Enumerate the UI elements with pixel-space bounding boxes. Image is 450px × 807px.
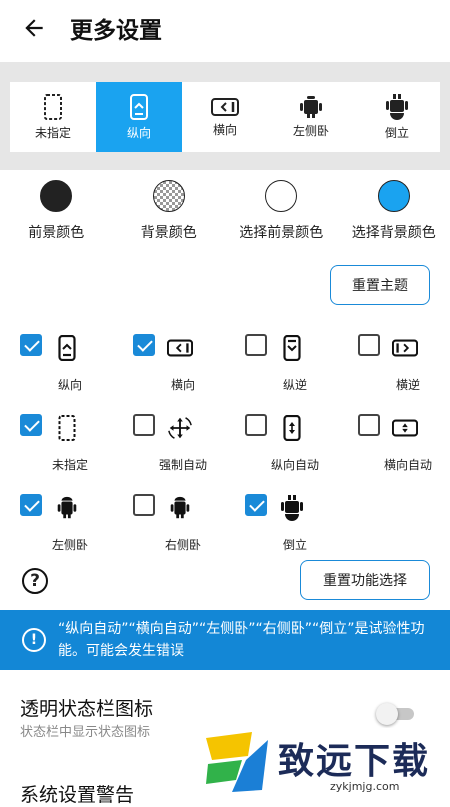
watermark-logo	[202, 730, 272, 796]
color-label: 背景颜色	[141, 222, 197, 242]
function-item-portrait[interactable]: 纵向	[20, 334, 130, 404]
toggle-thumb	[376, 703, 398, 725]
function-label: 横向	[133, 376, 233, 393]
function-label: 纵向	[20, 376, 120, 393]
orientation-landscape[interactable]: 横向	[182, 82, 268, 152]
arrow-left-icon	[21, 15, 47, 41]
function-checkbox[interactable]	[245, 494, 267, 516]
android-right-icon	[167, 494, 193, 522]
color-swatch[interactable]	[153, 180, 185, 212]
android-upside-down-icon	[385, 94, 409, 120]
notice-text: “纵向自动”“横向自动”“左侧卧”“右侧卧”“倒立”是试验性功能。可能会发生错误	[58, 618, 450, 662]
orientation-upside-down[interactable]: 倒立	[354, 82, 440, 152]
orientation-label: 左侧卧	[293, 122, 329, 139]
function-item-unspecified[interactable]: 未指定	[20, 414, 130, 484]
landscape-icon	[211, 97, 239, 117]
system-settings-warning-title[interactable]: 系统设置警告	[20, 780, 134, 807]
function-item-portrait-auto[interactable]: 纵向自动	[245, 414, 355, 484]
orientation-left[interactable]: 左侧卧	[268, 82, 354, 152]
setting-subtitle: 状态栏中显示状态图标	[20, 721, 150, 740]
orientation-label: 纵向	[127, 124, 151, 141]
color-swatch[interactable]	[378, 180, 410, 212]
orientation-portrait[interactable]: 纵向	[96, 82, 182, 152]
function-checkbox[interactable]	[245, 414, 267, 436]
reverse-portrait-icon	[279, 334, 305, 362]
transparent-statusbar-toggle[interactable]	[376, 705, 416, 723]
portrait-icon	[54, 334, 80, 362]
function-item-landscape[interactable]: 横向	[133, 334, 243, 404]
help-icon[interactable]: ?	[22, 568, 48, 594]
function-checkbox[interactable]	[20, 334, 42, 356]
function-checkbox[interactable]	[358, 334, 380, 356]
color-label: 选择前景颜色	[239, 222, 323, 242]
unspecified-icon	[54, 414, 80, 442]
function-checkbox[interactable]	[133, 494, 155, 516]
unspecified-icon	[43, 94, 63, 120]
color-swatch[interactable]	[265, 180, 297, 212]
function-label: 左侧卧	[20, 536, 120, 553]
watermark-text: 致远下载	[278, 732, 430, 784]
android-upside-down-icon	[279, 494, 305, 522]
android-left-icon	[297, 96, 325, 118]
force-auto-rotate-icon	[167, 414, 193, 442]
android-left-icon	[54, 494, 80, 522]
function-item-force-auto[interactable]: 强制自动	[133, 414, 243, 484]
function-checkbox[interactable]	[245, 334, 267, 356]
color-swatch[interactable]	[40, 180, 72, 212]
function-label: 倒立	[245, 536, 345, 553]
orientation-band: 未指定 纵向 横向 左侧卧 倒立	[0, 62, 450, 170]
experimental-notice: ! “纵向自动”“横向自动”“左侧卧”“右侧卧”“倒立”是试验性功能。可能会发生…	[0, 610, 450, 670]
app-bar: 更多设置	[0, 0, 450, 56]
function-checkbox[interactable]	[133, 414, 155, 436]
function-label: 强制自动	[133, 456, 233, 473]
landscape-icon	[167, 334, 193, 362]
function-label: 横向自动	[358, 456, 450, 473]
orientation-label: 倒立	[385, 124, 409, 141]
function-label: 未指定	[20, 456, 120, 473]
reverse-landscape-icon	[392, 334, 418, 362]
foreground-color-picker[interactable]: 前景颜色	[0, 180, 113, 250]
orientation-selector: 未指定 纵向 横向 左侧卧 倒立	[10, 82, 440, 152]
function-checkbox[interactable]	[358, 414, 380, 436]
portrait-auto-icon	[279, 414, 305, 442]
function-item-landscape-auto[interactable]: 横向自动	[358, 414, 450, 484]
landscape-auto-icon	[392, 414, 418, 442]
function-checkbox[interactable]	[133, 334, 155, 356]
reset-theme-button[interactable]: 重置主题	[330, 265, 430, 305]
function-checkbox[interactable]	[20, 494, 42, 516]
function-item-reverse-landscape[interactable]: 横逆	[358, 334, 450, 404]
orientation-unspecified[interactable]: 未指定	[10, 82, 96, 152]
function-item-lie-right[interactable]: 右侧卧	[133, 494, 243, 564]
reset-functions-button[interactable]: 重置功能选择	[300, 560, 430, 600]
info-icon: !	[22, 628, 46, 652]
function-label: 右侧卧	[133, 536, 233, 553]
function-label: 纵向自动	[245, 456, 345, 473]
orientation-label: 未指定	[35, 124, 71, 141]
watermark: 致远下载 zykjmjg.com	[200, 728, 450, 800]
color-label: 选择背景颜色	[352, 222, 436, 242]
color-label: 前景颜色	[28, 222, 84, 242]
color-settings: 前景颜色 背景颜色 选择前景颜色 选择背景颜色	[0, 180, 450, 250]
page-title: 更多设置	[70, 11, 162, 45]
function-label: 横逆	[358, 376, 450, 393]
function-item-upside-down[interactable]: 倒立	[245, 494, 355, 564]
portrait-icon	[129, 94, 149, 120]
watermark-url: zykjmjg.com	[330, 780, 399, 793]
function-label: 纵逆	[245, 376, 345, 393]
back-button[interactable]	[6, 0, 62, 56]
function-checkbox[interactable]	[20, 414, 42, 436]
selected-background-color-picker[interactable]: 选择背景颜色	[338, 180, 450, 250]
orientation-label: 横向	[213, 121, 237, 138]
function-item-lie-left[interactable]: 左侧卧	[20, 494, 130, 564]
selected-foreground-color-picker[interactable]: 选择前景颜色	[225, 180, 338, 250]
setting-title: 透明状态栏图标	[20, 694, 153, 721]
function-item-reverse-portrait[interactable]: 纵逆	[245, 334, 355, 404]
background-color-picker[interactable]: 背景颜色	[113, 180, 226, 250]
